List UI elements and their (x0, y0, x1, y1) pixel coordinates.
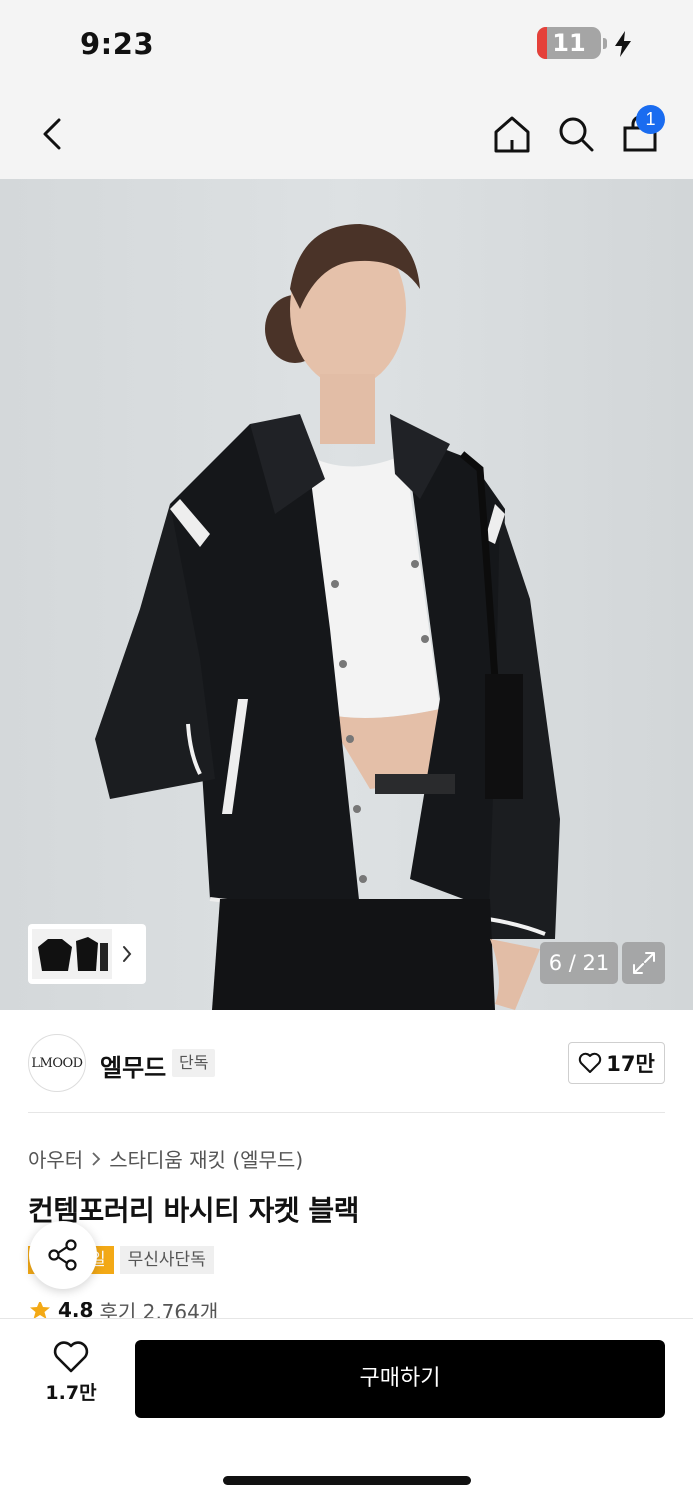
share-icon (48, 1239, 77, 1271)
back-button[interactable] (28, 110, 76, 158)
share-button[interactable] (29, 1221, 97, 1289)
exclusive-badge: 무신사단독 (119, 1246, 214, 1274)
brand-row[interactable]: LMOOD 엘무드 단독 17만 (28, 1034, 665, 1092)
wish-button[interactable]: 1.7만 (30, 1340, 112, 1416)
status-time: 9:23 (80, 27, 155, 61)
brand-like-button[interactable]: 17만 (568, 1042, 665, 1084)
chevron-right-icon (92, 1151, 101, 1166)
product-title: 컨템포러리 바시티 자켓 블랙 (28, 1194, 359, 1227)
battery-icon: 11 (537, 27, 601, 59)
buy-button[interactable]: 구매하기 (135, 1340, 665, 1418)
review-count: 후기 2,764개 (99, 1302, 219, 1318)
thumbnail-next[interactable] (112, 929, 142, 979)
heart-outline-icon (579, 1052, 602, 1073)
search-icon (559, 117, 594, 152)
image-counter: 6 / 21 (540, 942, 618, 984)
brand-tag: 단독 (172, 1049, 216, 1077)
bolt-icon (615, 31, 631, 57)
product-image[interactable] (0, 179, 693, 1010)
expand-icon (632, 952, 655, 974)
brand-like-count: 17만 (606, 1052, 655, 1076)
model-photo (0, 179, 693, 1010)
breadcrumb-category[interactable]: 아우터 (28, 1144, 83, 1173)
thumbnail-strip[interactable] (28, 924, 146, 984)
chevron-left-icon (43, 118, 61, 150)
home-indicator[interactable] (223, 1476, 471, 1485)
thumbnail-image (32, 929, 112, 979)
wish-count: 1.7만 (45, 1382, 97, 1404)
battery-cap (603, 38, 607, 49)
cart-badge: 1 (636, 105, 665, 134)
heart-outline-icon (53, 1341, 89, 1373)
battery-level: 11 (552, 29, 586, 57)
search-button[interactable] (552, 110, 600, 158)
breadcrumb: 아우터 스타디움 재킷 (엘무드) (28, 1144, 303, 1173)
expand-button[interactable] (622, 942, 665, 984)
home-icon (494, 116, 530, 153)
chevron-right-icon (123, 946, 132, 962)
brand-name[interactable]: 엘무드 (100, 1048, 166, 1083)
home-button[interactable] (488, 110, 536, 158)
nav-bar (0, 90, 693, 179)
status-bar: 9:23 11 (0, 0, 693, 90)
breadcrumb-subcategory[interactable]: 스타디움 재킷 (엘무드) (109, 1144, 303, 1173)
star-icon (30, 1302, 50, 1318)
rating-score: 4.8 (58, 1302, 94, 1318)
divider (28, 1112, 665, 1113)
brand-logo[interactable]: LMOOD (28, 1034, 86, 1092)
rating-row[interactable]: 4.8 후기 2,764개 (28, 1302, 218, 1318)
